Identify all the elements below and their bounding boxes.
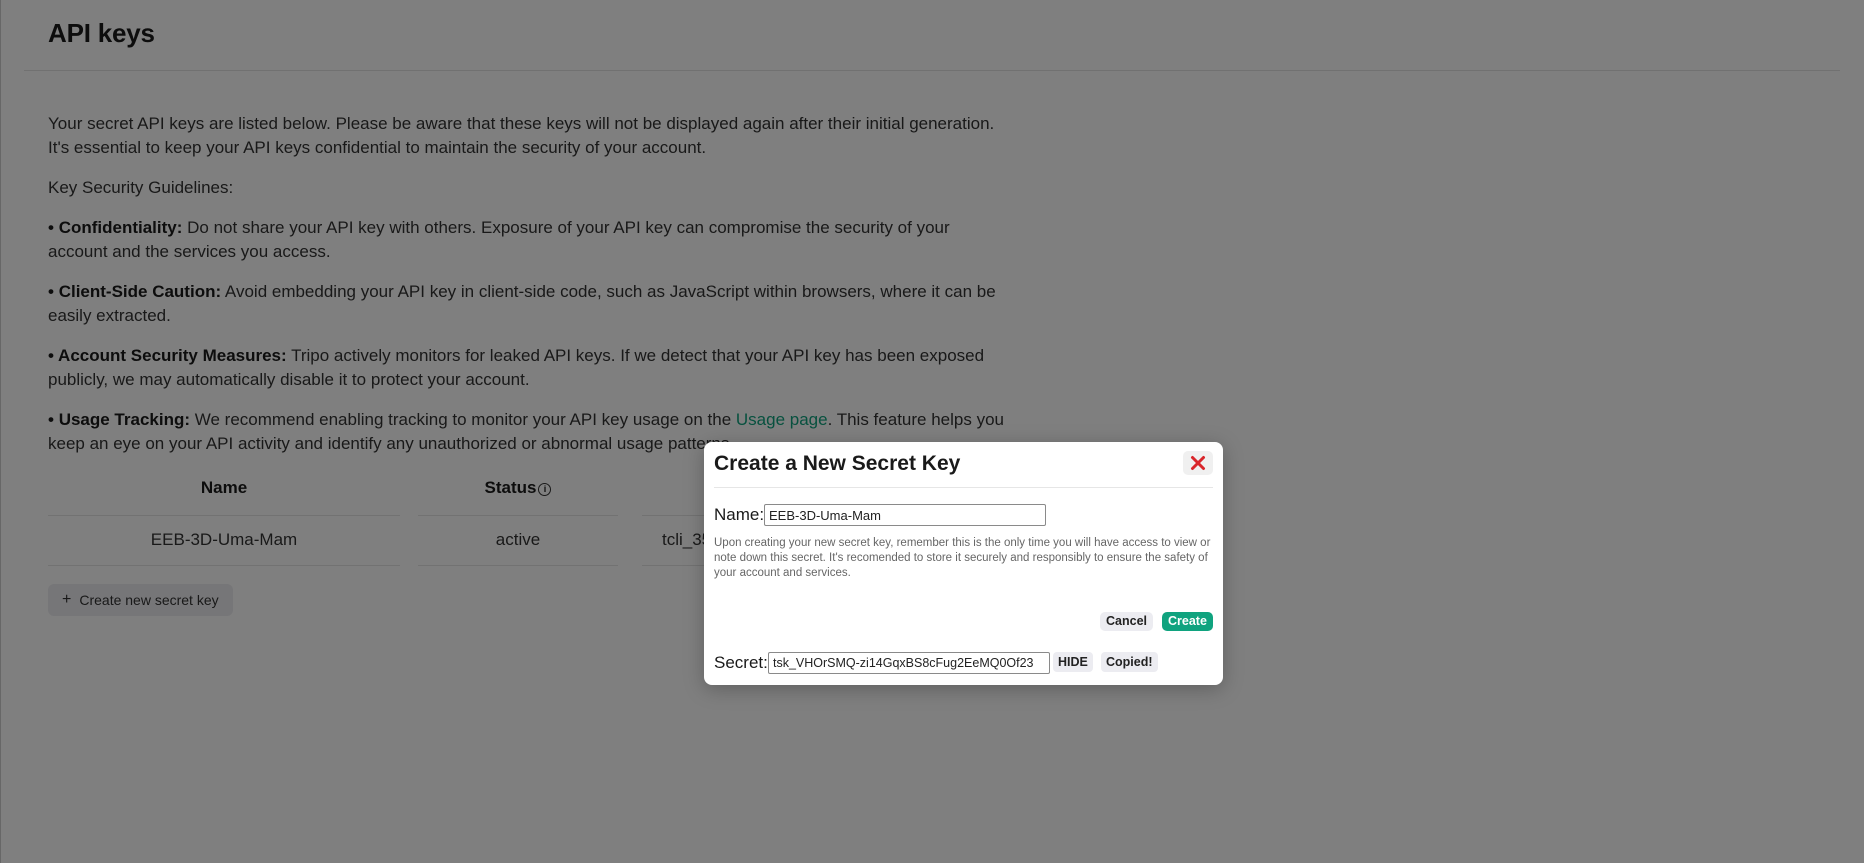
cancel-button[interactable]: Cancel xyxy=(1100,612,1153,631)
dialog-divider xyxy=(714,487,1213,488)
hide-secret-button[interactable]: HIDE xyxy=(1053,652,1093,672)
secret-key-field[interactable] xyxy=(768,652,1050,674)
create-button[interactable]: Create xyxy=(1162,612,1213,631)
key-name-input[interactable] xyxy=(764,504,1046,526)
close-x-icon xyxy=(1191,456,1205,470)
copy-secret-button[interactable]: Copied! xyxy=(1101,652,1158,672)
close-dialog-button[interactable] xyxy=(1183,451,1213,475)
secret-field-label: Secret: xyxy=(714,653,768,672)
create-secret-key-dialog: Create a New Secret Key Name: Upon creat… xyxy=(704,442,1223,685)
one-time-view-notice: Upon creating your new secret key, remem… xyxy=(714,537,1211,579)
modal-backdrop[interactable] xyxy=(0,0,1864,863)
name-field-label: Name: xyxy=(714,505,765,524)
dialog-title: Create a New Secret Key xyxy=(714,452,961,475)
